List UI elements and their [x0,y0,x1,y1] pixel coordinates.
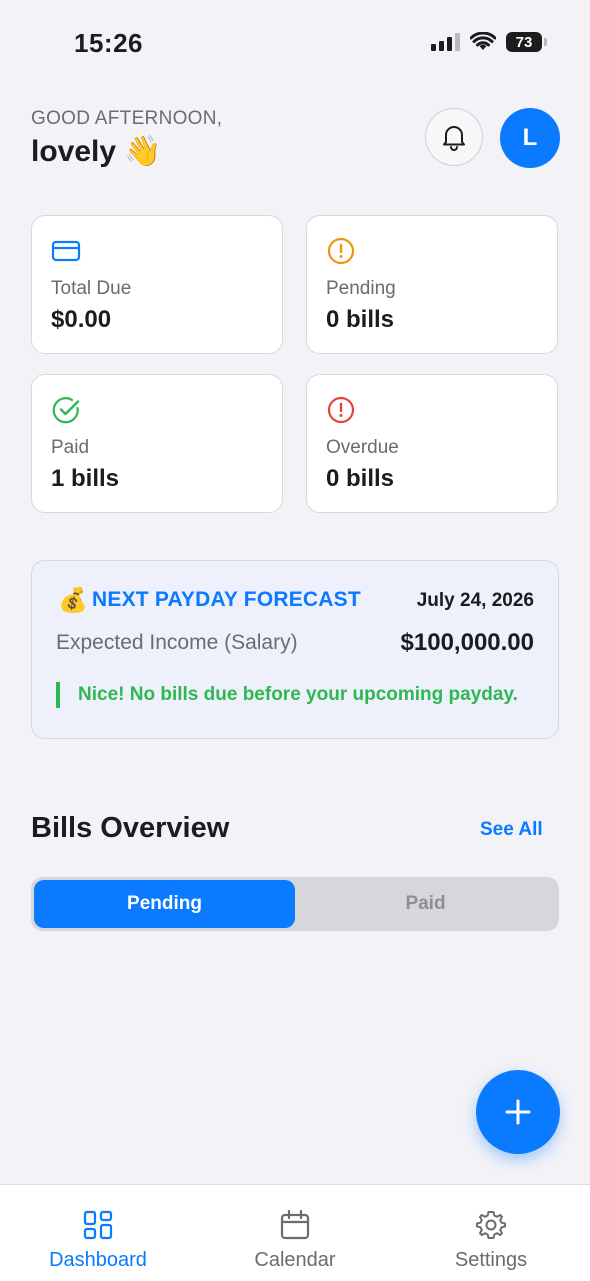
check-circle-icon [52,397,80,424]
tab-label: Calendar [254,1249,336,1271]
forecast-note: Nice! No bills due before your upcoming … [56,682,518,708]
grid-icon [83,1210,113,1240]
alert-circle-icon [327,237,355,265]
stat-label: Pending [326,278,396,299]
stat-card-pending[interactable]: Pending 0 bills [306,215,558,354]
payday-forecast-card: 💰 NEXT PAYDAY FORECAST July 24, 2026 Exp… [31,560,559,739]
forecast-date: July 24, 2026 [416,590,534,611]
tab-calendar[interactable]: Calendar [220,1209,370,1272]
alert-circle-icon [327,396,355,424]
bell-icon [443,126,465,151]
status-time: 15:26 [74,28,143,58]
credit-card-icon [51,240,81,262]
tab-label: Settings [454,1249,528,1271]
bills-segmented-control: Pending Paid [31,877,559,931]
section-title: Bills Overview [31,812,230,844]
stat-label: Paid [51,437,90,458]
stat-label: Total Due [51,278,132,299]
plus-icon [505,1099,531,1125]
calendar-icon [280,1209,310,1240]
stat-card-total-due[interactable]: Total Due $0.00 [31,215,283,354]
notifications-button[interactable] [425,108,483,166]
stat-card-overdue[interactable]: Overdue 0 bills [306,374,558,513]
tab-bar: Dashboard Calendar Settings [0,1184,590,1281]
stat-card-paid[interactable]: Paid 1 bills [31,374,283,513]
battery-icon: 73 [506,32,547,52]
stat-value: 1 bills [51,465,120,492]
status-icons: 73 [431,32,547,52]
stat-value: $0.00 [51,306,112,333]
gear-icon [476,1211,506,1239]
stat-value: 0 bills [326,465,395,492]
income-label: Expected Income (Salary) [56,631,298,654]
tab-dashboard[interactable]: Dashboard [23,1209,173,1272]
stat-label: Overdue [326,437,399,458]
money-bag-icon: 💰 [58,587,88,614]
tab-label: Dashboard [49,1249,147,1271]
add-bill-button[interactable] [476,1070,560,1154]
income-value: $100,000.00 [400,629,534,656]
wifi-icon [470,32,496,50]
cellular-signal-icon [431,33,460,51]
stat-value: 0 bills [326,306,395,333]
tab-settings[interactable]: Settings [416,1209,566,1272]
user-name: lovely 👋 [31,135,162,168]
segment-pending[interactable]: Pending [34,880,295,928]
see-all-link[interactable]: See All [480,819,543,841]
forecast-title: NEXT PAYDAY FORECAST [92,588,361,611]
greeting-text: GOOD AFTERNOON, [31,108,223,129]
segment-paid[interactable]: Paid [295,880,556,928]
avatar[interactable]: L [500,108,560,168]
